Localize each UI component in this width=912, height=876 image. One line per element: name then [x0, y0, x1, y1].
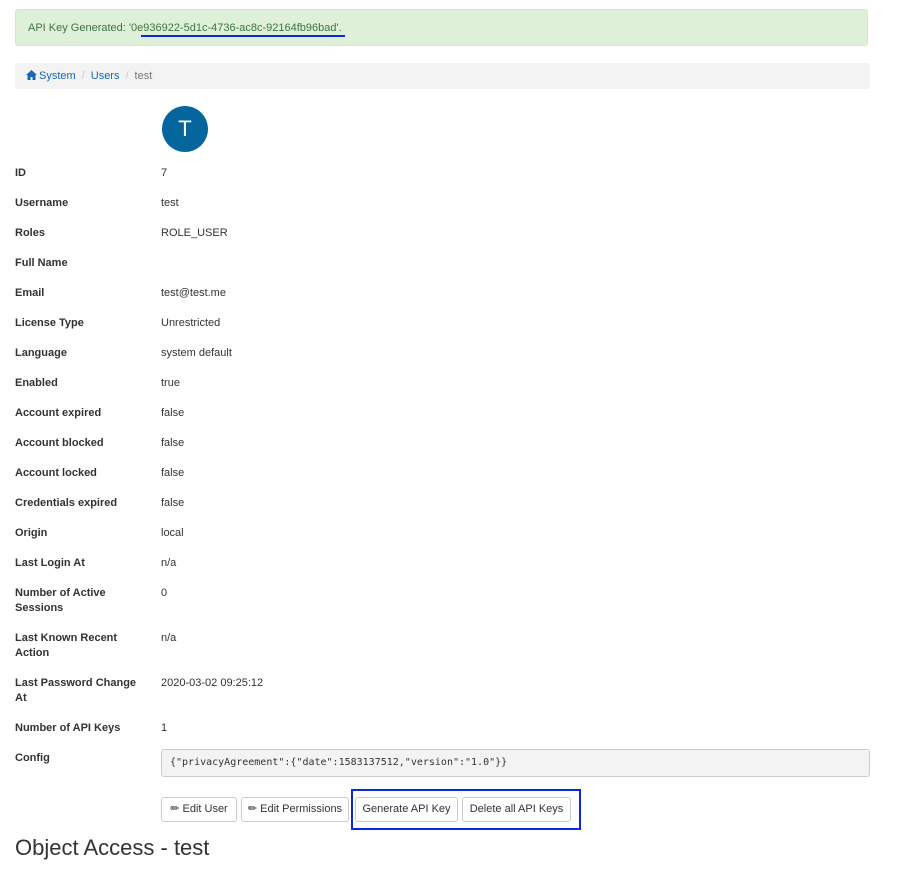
edit-permissions-button[interactable]: ✏ Edit Permissions	[241, 797, 349, 822]
detail-value: false	[161, 407, 185, 419]
detail-label: Number of API Keys	[15, 722, 121, 734]
pencil-icon: ✏	[170, 803, 180, 815]
pencil-icon: ✏	[247, 803, 258, 815]
annotation-underline	[141, 35, 345, 37]
detail-label: Enabled	[15, 377, 58, 389]
detail-label: Last Login At	[15, 557, 85, 569]
detail-value: test	[161, 197, 179, 209]
detail-label: Last Known Recent Action	[15, 632, 118, 659]
detail-value: n/a	[161, 557, 177, 569]
detail-label: Language	[15, 347, 67, 359]
detail-value: local	[161, 527, 184, 539]
breadcrumb-users[interactable]: Users	[91, 70, 120, 82]
detail-label: Config	[15, 752, 50, 764]
detail-value: 7	[161, 167, 168, 179]
detail-label: ID	[15, 167, 26, 179]
detail-value: 2020-03-02 09:25:12	[161, 677, 264, 689]
detail-value: ROLE_USER	[161, 227, 228, 239]
home-icon	[26, 70, 37, 80]
detail-label: Full Name	[15, 257, 68, 269]
config-field: {"privacyAgreement":{"date":1583137512,"…	[161, 749, 870, 777]
detail-label: Username	[15, 197, 69, 209]
detail-value: false	[161, 467, 185, 479]
detail-value: 1	[161, 722, 168, 734]
detail-value: 0	[161, 587, 168, 599]
breadcrumb-separator: /	[81, 70, 85, 82]
section-title: Object Access - test	[15, 835, 210, 860]
detail-label: License Type	[15, 317, 84, 329]
detail-label: Last Password Change At	[15, 677, 137, 704]
detail-label: Account expired	[15, 407, 102, 419]
detail-value: test@test.me	[161, 287, 226, 299]
detail-label: Account blocked	[15, 437, 104, 449]
detail-value: Unrestricted	[161, 317, 221, 329]
detail-value: true	[161, 377, 180, 389]
breadcrumb-separator: /	[125, 70, 129, 82]
detail-label: Number of Active Sessions	[15, 587, 106, 614]
detail-value: false	[161, 497, 185, 509]
detail-label: Roles	[15, 227, 45, 239]
detail-label: Credentials expired	[15, 497, 118, 509]
api-key-value: '0e936922-5d1c-4736-ac8c-92164fb96bad'.	[128, 22, 342, 34]
detail-label: Account locked	[15, 467, 97, 479]
detail-value: n/a	[161, 632, 177, 644]
success-alert: API Key Generated: '0e936922-5d1c-4736-a…	[15, 9, 868, 46]
detail-label: Origin	[15, 527, 48, 539]
detail-value: false	[161, 437, 185, 449]
annotation-box	[351, 789, 581, 830]
breadcrumb: System / Users / test	[15, 63, 870, 89]
alert-prefix: API Key Generated:	[28, 22, 129, 34]
breadcrumb-system[interactable]: System	[26, 70, 76, 82]
avatar: T	[162, 106, 208, 152]
breadcrumb-current: test	[134, 70, 153, 82]
detail-label: Email	[15, 287, 45, 299]
detail-value: system default	[161, 347, 232, 359]
edit-user-button[interactable]: ✏ Edit User	[161, 797, 237, 822]
